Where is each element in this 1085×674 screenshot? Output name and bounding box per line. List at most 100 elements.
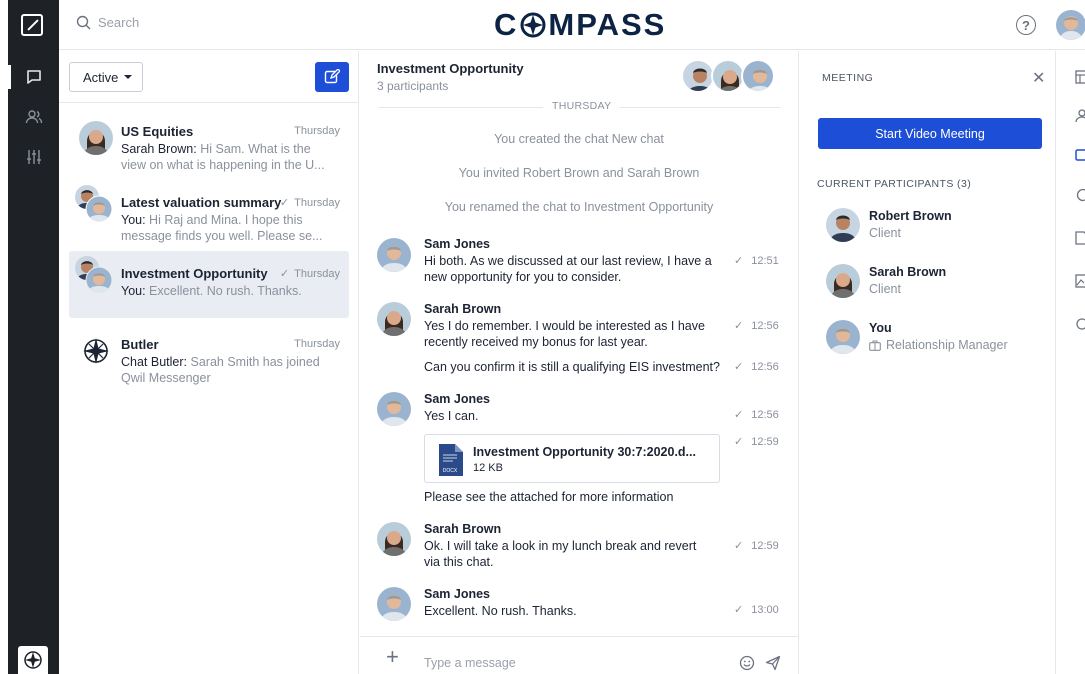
edit-icon xyxy=(324,69,340,84)
avatar[interactable] xyxy=(377,522,411,556)
participant-name: You xyxy=(869,321,892,335)
nav-settings[interactable] xyxy=(8,139,59,175)
people-icon xyxy=(25,110,42,124)
chat-preview: You: Hi Raj and Mina. I hope this messag… xyxy=(121,212,336,244)
chat-time-text: Thursday xyxy=(294,267,340,280)
day-separator: THURSDAY xyxy=(378,100,780,114)
nav-rail xyxy=(8,0,59,674)
avatar xyxy=(826,208,860,242)
chat-icon xyxy=(26,70,41,84)
send-icon[interactable] xyxy=(765,655,781,671)
time-text: 13:00 xyxy=(751,603,779,616)
message-sender: Sam Jones xyxy=(424,587,491,601)
app-logo-icon[interactable] xyxy=(21,14,43,36)
avatar[interactable] xyxy=(377,392,411,426)
panel-title: MEETING xyxy=(822,72,874,84)
message-time: ✓ 12:59 xyxy=(734,539,779,553)
time-text: 12:51 xyxy=(751,254,779,267)
chat-time: ✓ Thursday xyxy=(279,267,340,281)
chat-list-item[interactable]: Latest valuation summary ✓ Thursday You: … xyxy=(69,180,349,247)
conversation-header[interactable]: Investment Opportunity 3 participants xyxy=(360,51,798,101)
conversation-panel: Investment Opportunity 3 participants TH… xyxy=(360,51,798,674)
system-message: You renamed the chat to Investment Oppor… xyxy=(444,200,714,214)
compose-button[interactable] xyxy=(315,62,349,92)
search-box[interactable]: Search xyxy=(76,15,139,30)
preview-sender: Sarah Brown: xyxy=(121,142,197,156)
divider xyxy=(59,102,359,103)
chat-title: US Equities xyxy=(121,124,194,139)
participant-avatars[interactable] xyxy=(681,59,775,93)
avatar[interactable] xyxy=(377,302,411,336)
role-text: Client xyxy=(869,226,901,240)
preview-sender: You: xyxy=(121,284,146,298)
participant-role: Client xyxy=(869,282,901,296)
avatar[interactable] xyxy=(377,587,411,621)
nav-contacts[interactable] xyxy=(8,99,59,135)
document-icon[interactable] xyxy=(1075,231,1085,245)
preview-sender: Chat Butler: xyxy=(121,355,188,369)
filter-dropdown[interactable]: Active xyxy=(69,62,143,92)
check-icon: ✓ xyxy=(734,320,744,332)
chat-list-item[interactable]: US Equities Thursday Sarah Brown: Hi Sam… xyxy=(69,109,349,176)
caret-down-icon xyxy=(124,75,133,79)
search-placeholder: Search xyxy=(98,15,140,30)
add-attachment-icon[interactable]: + xyxy=(386,646,399,668)
chat-time-text: Thursday xyxy=(294,196,340,209)
message-input[interactable]: Type a message xyxy=(424,656,516,670)
chat-list-item[interactable]: Butler Thursday Chat Butler: Sarah Smith… xyxy=(69,322,349,389)
chat-time: Thursday xyxy=(294,125,340,137)
help-icon[interactable]: ? xyxy=(1016,15,1036,35)
meeting-panel: MEETING ✕ Start Video Meeting CURRENT PA… xyxy=(798,51,1056,674)
avatar xyxy=(711,59,745,93)
avatar xyxy=(79,121,113,155)
message-sender: Sam Jones xyxy=(424,237,491,251)
chat-time: Thursday xyxy=(294,338,340,350)
video-icon[interactable] xyxy=(1075,148,1085,162)
message-text: Yes I do remember. I would be interested… xyxy=(424,319,705,349)
compass-app-button[interactable] xyxy=(18,646,48,674)
image-icon[interactable] xyxy=(1075,274,1085,288)
message-sender: Sarah Brown xyxy=(424,522,502,536)
refresh-icon[interactable] xyxy=(1075,317,1085,331)
avatar[interactable] xyxy=(377,238,411,272)
chat-preview: Sarah Brown: Hi Sam. What is the view on… xyxy=(121,141,336,173)
chat-preview: Chat Butler: Sarah Smith has joined Qwil… xyxy=(121,354,336,386)
file-attachment[interactable]: DOCX Investment Opportunity 30:7:2020.d.… xyxy=(424,434,720,483)
avatar xyxy=(741,59,775,93)
time-text: 12:59 xyxy=(751,435,779,448)
chat-list-item-selected[interactable]: Investment Opportunity ✓ Thursday You: Ex… xyxy=(69,251,349,318)
chat-title: Latest valuation summary xyxy=(121,195,282,210)
chat-bubble-icon[interactable] xyxy=(1075,188,1085,202)
brand-logo: C MPASS xyxy=(494,7,666,43)
message-sender: Sarah Brown xyxy=(424,302,502,316)
participant-item[interactable]: Sarah Brown Client xyxy=(826,261,1046,301)
message-composer: + Type a message xyxy=(360,636,798,674)
participant-item[interactable]: You Relationship Manager xyxy=(826,317,1046,357)
time-text: 12:59 xyxy=(751,539,779,552)
chat-time-text: Thursday xyxy=(294,338,340,350)
group-avatar xyxy=(75,256,113,294)
emoji-icon[interactable] xyxy=(739,655,755,671)
nav-chats[interactable] xyxy=(8,59,59,95)
preview-text: Excellent. No rush. Thanks. xyxy=(145,284,302,298)
person-icon[interactable] xyxy=(1075,109,1085,123)
sliders-icon xyxy=(26,150,41,164)
close-icon[interactable]: ✕ xyxy=(1032,68,1045,88)
file-type-label: DOCX xyxy=(443,468,458,474)
chat-title: Investment Opportunity xyxy=(121,266,268,281)
participant-item[interactable]: Robert Brown Client xyxy=(826,205,1046,245)
message-text: Please see the attached for more informa… xyxy=(424,490,674,504)
check-icon: ✓ xyxy=(279,268,290,280)
message-time: ✓ 12:56 xyxy=(734,319,779,333)
message-time: ✓ 12:56 xyxy=(734,408,779,422)
user-avatar[interactable] xyxy=(1056,10,1085,40)
system-message: You invited Robert Brown and Sarah Brown xyxy=(458,166,700,180)
app-window: Search C MPASS ? Active US Equities Thur… xyxy=(0,0,1085,674)
check-icon: ✓ xyxy=(734,409,744,421)
start-video-meeting-button[interactable]: Start Video Meeting xyxy=(818,118,1042,149)
chat-time: ✓ Thursday xyxy=(280,196,340,210)
table-icon[interactable] xyxy=(1075,70,1085,84)
role-text: Client xyxy=(869,282,901,296)
participant-role: Relationship Manager xyxy=(869,338,1008,352)
preview-sender: You: xyxy=(121,213,146,227)
